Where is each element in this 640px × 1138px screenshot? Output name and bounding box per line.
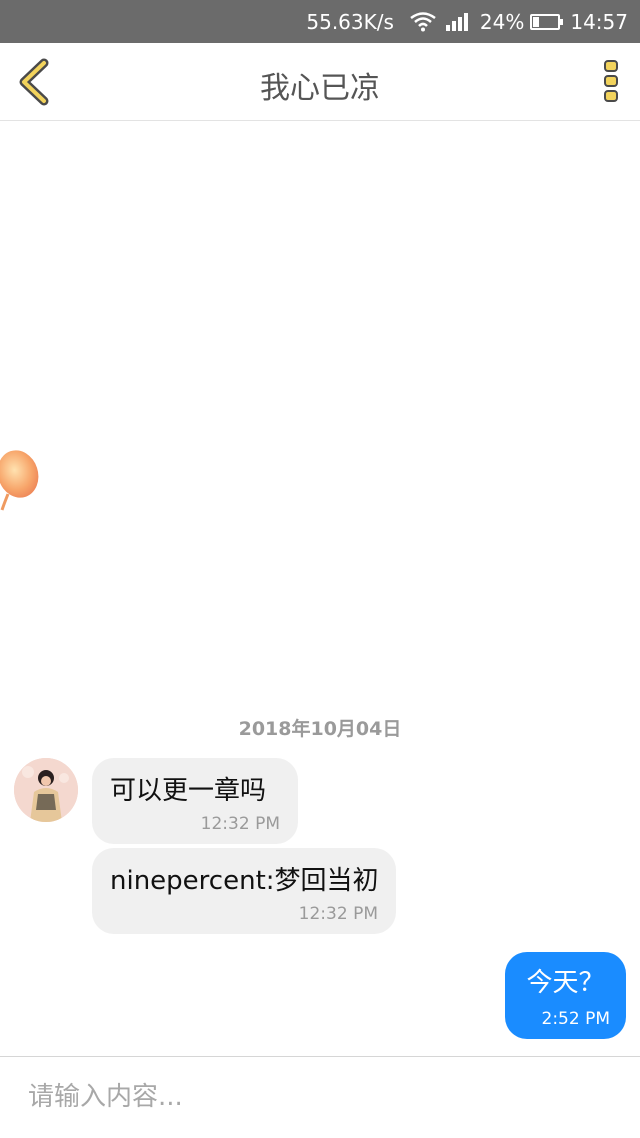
message-time: 12:32 PM (298, 904, 378, 924)
avatar[interactable] (14, 758, 78, 822)
message-time: 2:52 PM (541, 1009, 611, 1029)
network-speed: 55.63K/s (306, 9, 394, 34)
message-text: 今天？ (526, 968, 605, 998)
avatar-image (14, 758, 78, 822)
more-menu-button[interactable] (600, 57, 622, 107)
date-divider: 2018年10月04日 (238, 718, 402, 740)
nav-bar: 我心已凉 (0, 43, 640, 121)
battery-percent: 24% (479, 9, 525, 34)
signal-icon (445, 12, 470, 31)
status-bar: 55.63K/s 24% 14:57 (0, 0, 640, 43)
lantern-decoration-icon (0, 448, 44, 514)
message-input[interactable] (28, 1075, 618, 1119)
message-text: ninepercent:梦回当初 (110, 866, 379, 896)
message-bubble-incoming[interactable]: ninepercent:梦回当初 12:32 PM (92, 848, 396, 934)
message-text: 可以更一章吗 (110, 776, 267, 806)
wifi-icon (410, 11, 436, 32)
message-time: 12:32 PM (200, 814, 280, 834)
message-bubble-incoming[interactable]: 可以更一章吗 12:32 PM (92, 758, 298, 844)
chat-title: 我心已凉 (260, 71, 380, 106)
battery-icon (530, 13, 564, 30)
message-bubble-outgoing[interactable]: 今天？ 2:52 PM (505, 952, 626, 1039)
clock: 14:57 (570, 9, 628, 34)
input-bar (0, 1056, 640, 1138)
more-vertical-icon (604, 60, 618, 102)
